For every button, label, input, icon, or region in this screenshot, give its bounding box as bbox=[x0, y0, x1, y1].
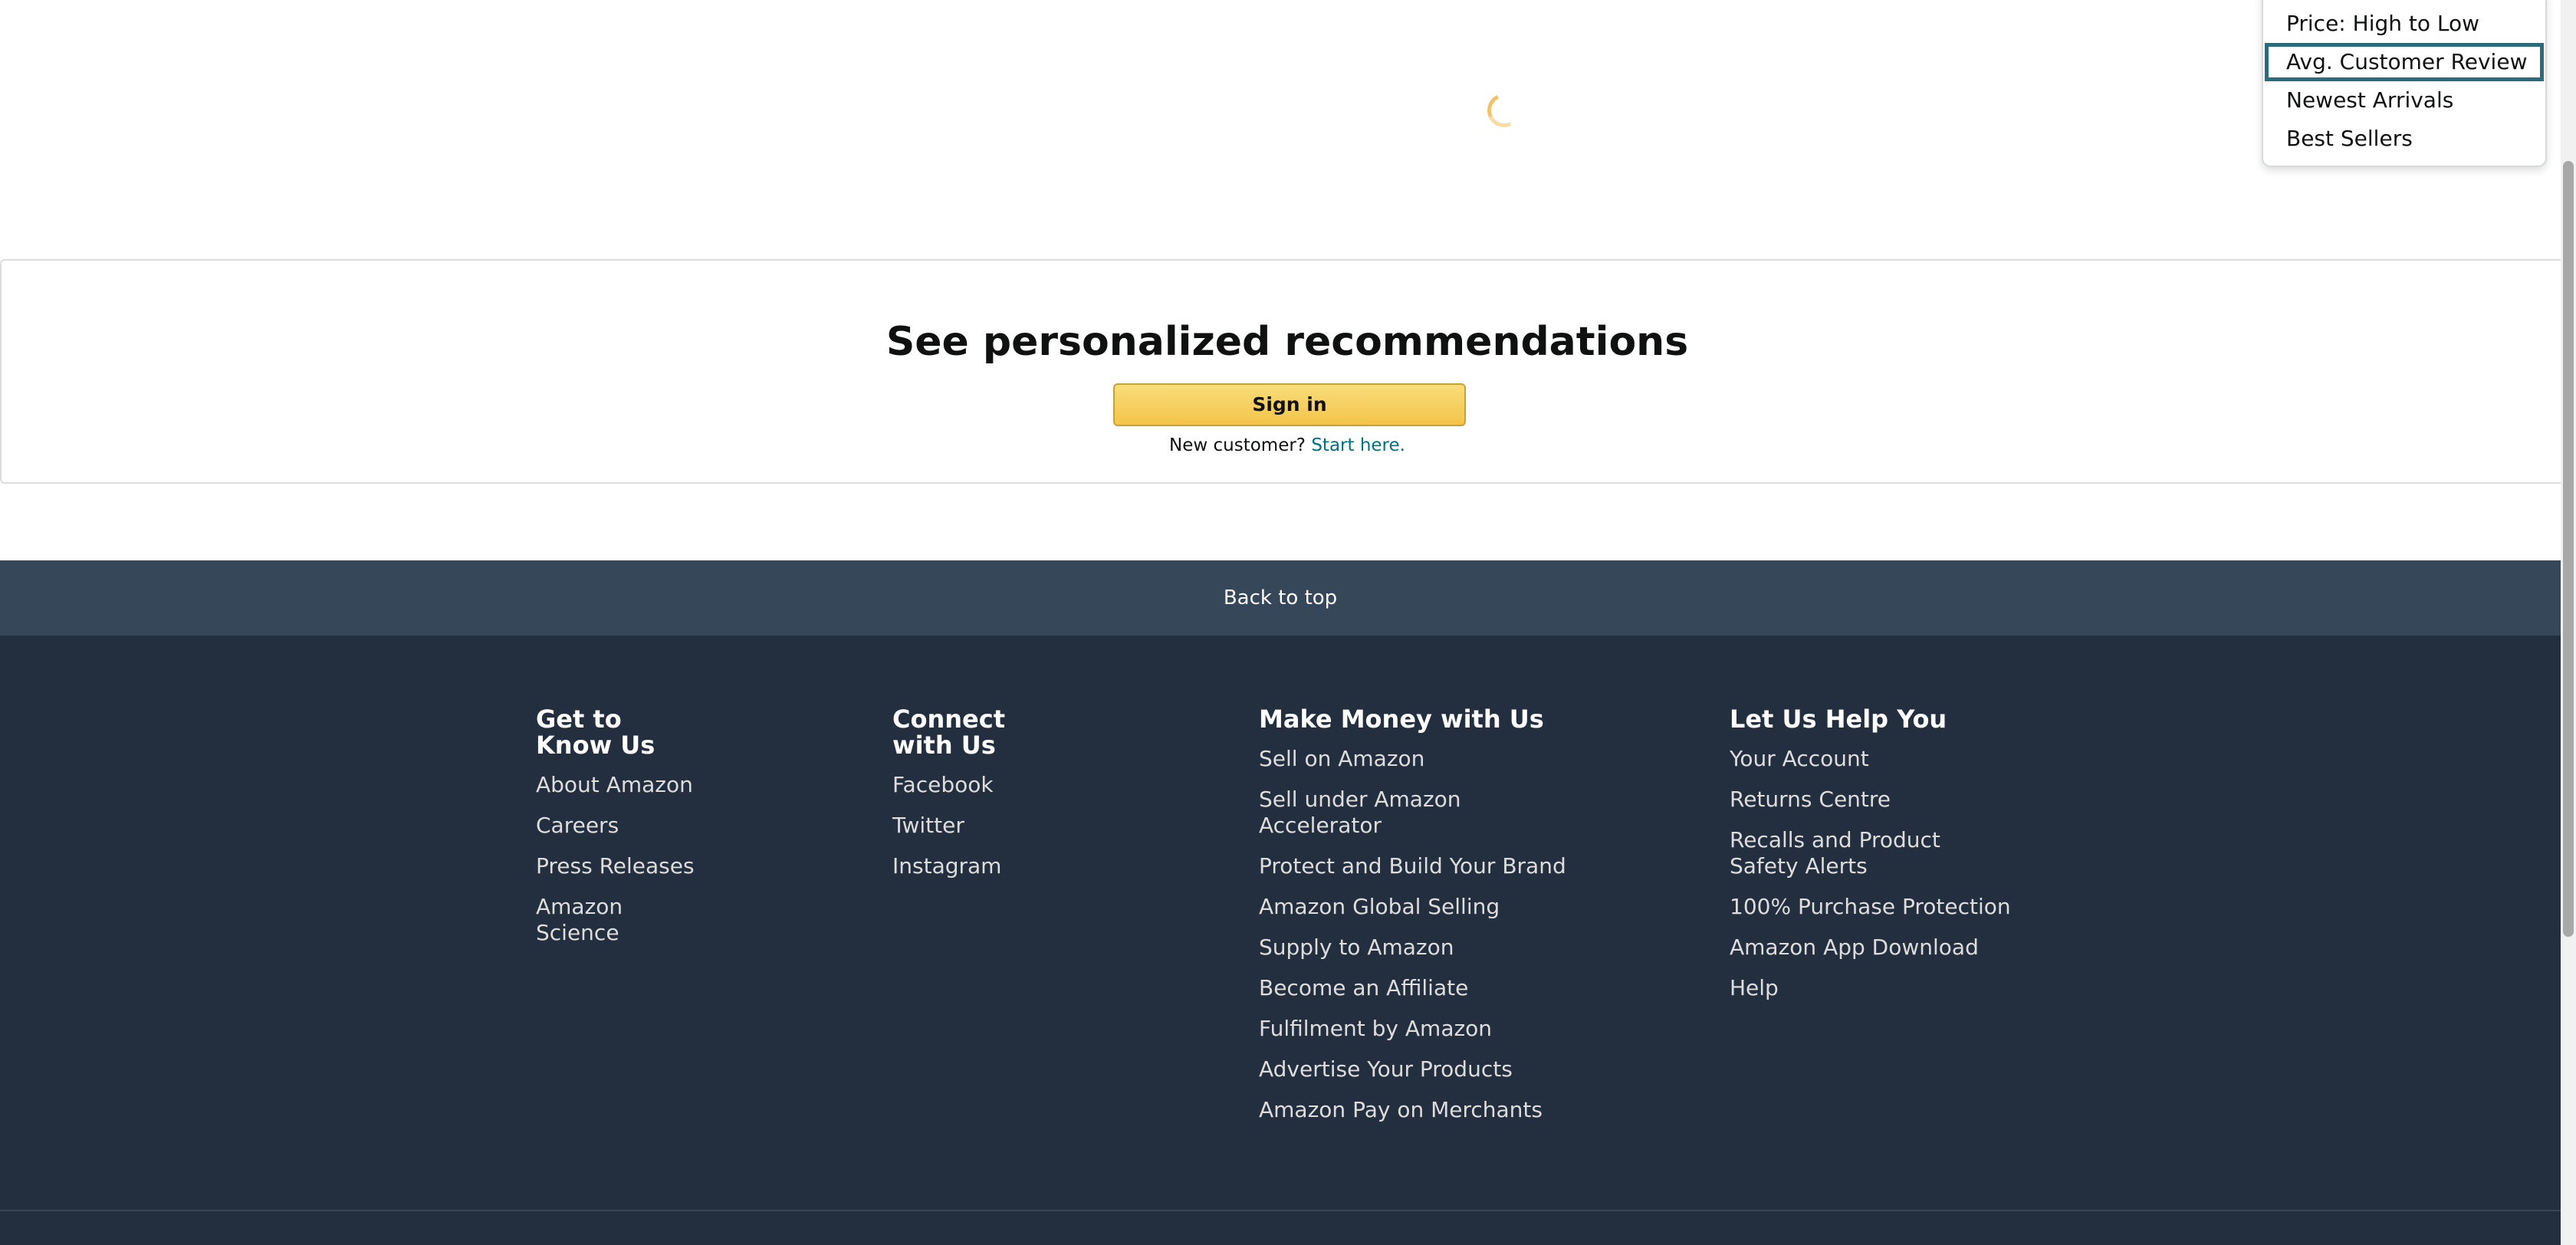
sort-option-avg-review[interactable]: Avg. Customer Review bbox=[2265, 43, 2544, 81]
loading-area bbox=[0, 0, 2561, 259]
footer-link-supply-to-amazon[interactable]: Supply to Amazon bbox=[1259, 935, 1581, 961]
footer-link-recalls[interactable]: Recalls and Product Safety Alerts bbox=[1730, 827, 2006, 879]
footer-heading: Let Us Help You bbox=[1730, 705, 1947, 734]
footer-link-global-selling[interactable]: Amazon Global Selling bbox=[1259, 894, 1581, 920]
footer-link-amazon-science[interactable]: Amazon Science bbox=[536, 894, 705, 946]
footer-link-app-download[interactable]: Amazon App Download bbox=[1730, 935, 2052, 961]
sign-in-button[interactable]: Sign in bbox=[1113, 383, 1466, 426]
footer-link-instagram[interactable]: Instagram bbox=[892, 853, 1061, 879]
start-here-link[interactable]: Start here. bbox=[1311, 435, 1405, 455]
footer-link-facebook[interactable]: Facebook bbox=[892, 772, 1061, 798]
sort-option-best-sellers[interactable]: Best Sellers bbox=[2265, 120, 2544, 158]
footer-link-careers[interactable]: Careers bbox=[536, 813, 705, 839]
footer-link-advertise[interactable]: Advertise Your Products bbox=[1259, 1056, 1581, 1082]
footer-link-fulfilment[interactable]: Fulfilment by Amazon bbox=[1259, 1016, 1581, 1042]
footer-link-protect-brand[interactable]: Protect and Build Your Brand bbox=[1259, 853, 1581, 879]
recommendations-title: See personalized recommendations bbox=[886, 319, 1689, 365]
personalized-recommendations: See personalized recommendations Sign in… bbox=[0, 259, 2574, 484]
footer-link-returns-centre[interactable]: Returns Centre bbox=[1730, 787, 2052, 813]
page: Price: High to Low Avg. Customer Review … bbox=[0, 0, 2576, 1245]
footer-link-become-affiliate[interactable]: Become an Affiliate bbox=[1259, 975, 1581, 1001]
footer-link-about-amazon[interactable]: About Amazon bbox=[536, 772, 705, 798]
sort-option-price-high-low[interactable]: Price: High to Low bbox=[2265, 5, 2544, 43]
footer-link-press-releases[interactable]: Press Releases bbox=[536, 853, 705, 879]
footer-column-let-us-help: Let Us Help You Your Account Returns Cen… bbox=[1730, 706, 2052, 1016]
footer-link-your-account[interactable]: Your Account bbox=[1730, 746, 2052, 772]
footer-link-help[interactable]: Help bbox=[1730, 975, 2052, 1001]
footer-link-amazon-pay[interactable]: Amazon Pay on Merchants bbox=[1259, 1097, 1581, 1123]
footer-column-get-to-know-us: Get to Know Us About Amazon Careers Pres… bbox=[536, 706, 705, 961]
footer-divider bbox=[0, 1210, 2561, 1211]
footer-link-purchase-protection[interactable]: 100% Purchase Protection bbox=[1730, 894, 2052, 920]
new-customer-line: New customer? Start here. bbox=[2, 435, 2573, 455]
footer-heading: Make Money with Us bbox=[1259, 705, 1544, 734]
sort-dropdown[interactable]: Price: High to Low Avg. Customer Review … bbox=[2262, 0, 2547, 167]
footer-heading: Connect with Us bbox=[892, 705, 1005, 760]
scrollbar-thumb[interactable] bbox=[2563, 161, 2574, 937]
footer-heading: Get to Know Us bbox=[536, 705, 656, 760]
footer-column-connect-with-us: Connect with Us Facebook Twitter Instagr… bbox=[892, 706, 1061, 894]
footer-link-twitter[interactable]: Twitter bbox=[892, 813, 1061, 839]
loading-spinner-icon bbox=[1482, 88, 1526, 133]
footer: Get to Know Us About Amazon Careers Pres… bbox=[0, 636, 2561, 1245]
footer-column-make-money: Make Money with Us Sell on Amazon Sell u… bbox=[1259, 706, 1581, 1138]
new-customer-text: New customer? bbox=[1169, 435, 1306, 455]
footer-link-sell-on-amazon[interactable]: Sell on Amazon bbox=[1259, 746, 1489, 772]
back-to-top-button[interactable]: Back to top bbox=[0, 560, 2561, 636]
sort-option-newest[interactable]: Newest Arrivals bbox=[2265, 81, 2544, 120]
footer-link-amazon-accelerator[interactable]: Sell under Amazon Accelerator bbox=[1259, 787, 1489, 839]
